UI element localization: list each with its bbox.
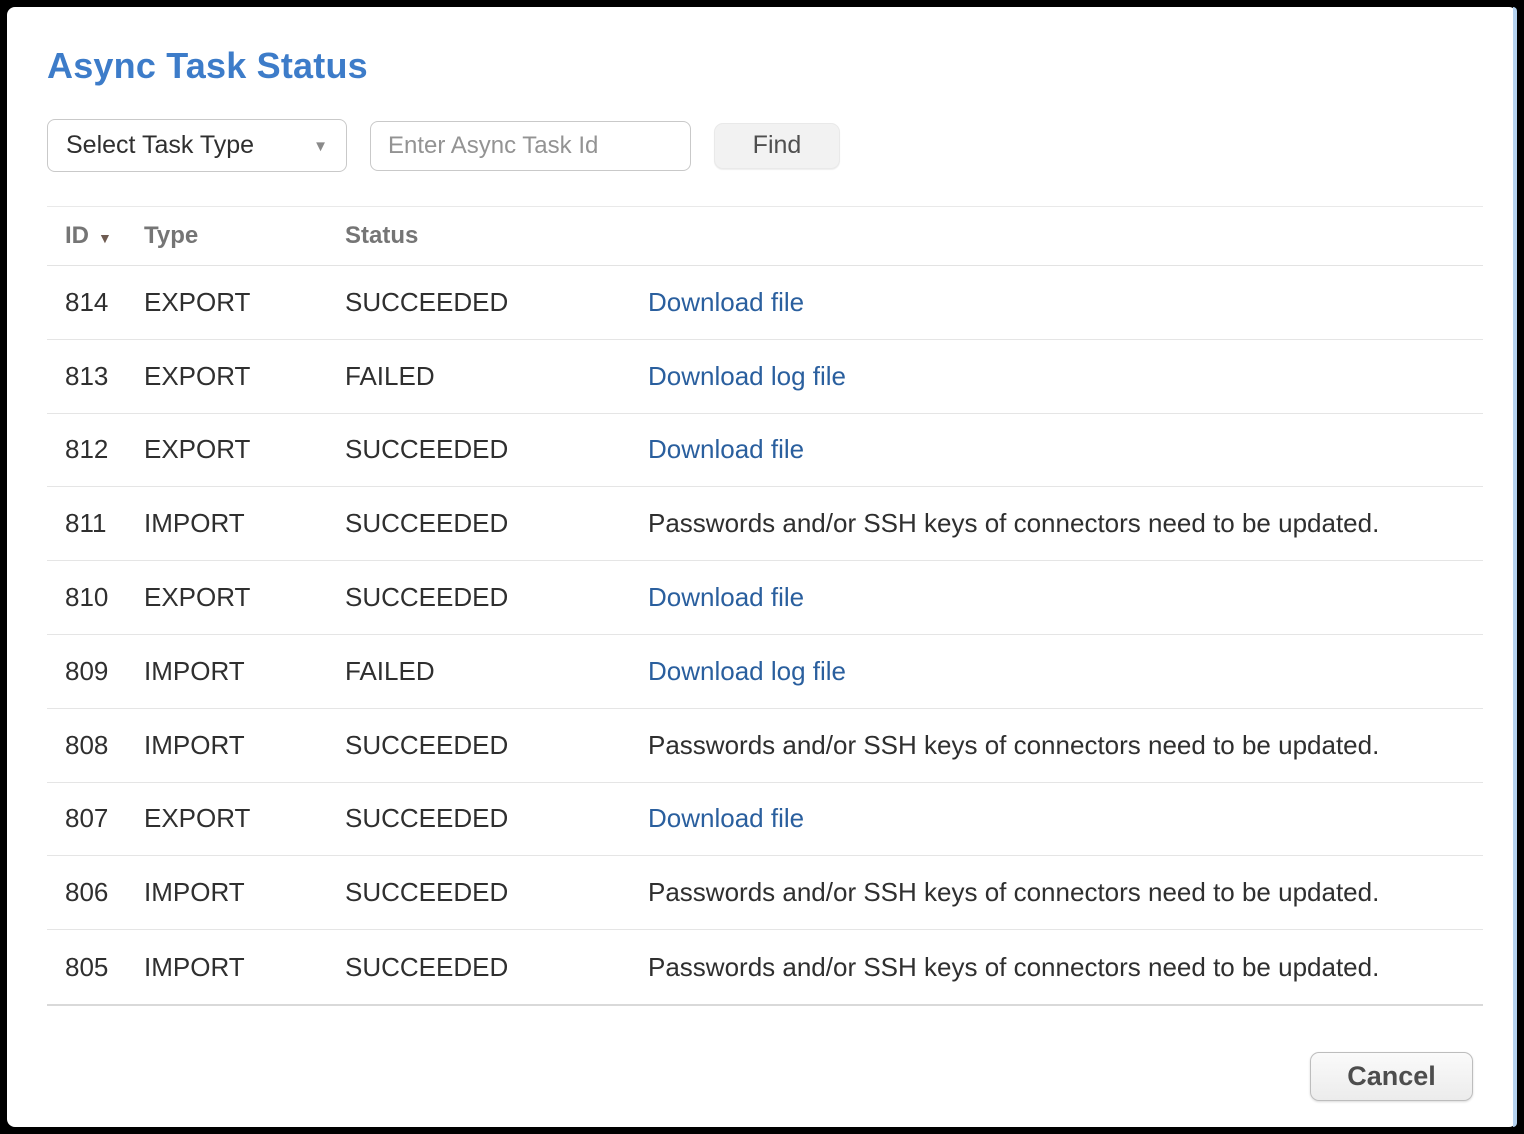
column-header-id-label: ID	[65, 222, 89, 250]
task-id-cell: 810	[47, 582, 144, 613]
task-id-cell: 812	[47, 434, 144, 465]
task-message: Passwords and/or SSH keys of connectors …	[648, 730, 1379, 760]
task-action-cell: Passwords and/or SSH keys of connectors …	[648, 730, 1483, 761]
task-id-cell: 806	[47, 877, 144, 908]
table-row: 810EXPORTSUCCEEDEDDownload file	[47, 561, 1483, 635]
task-status-cell: FAILED	[345, 361, 648, 392]
task-type-select[interactable]: Select Task Type ▼	[47, 119, 347, 172]
cancel-button[interactable]: Cancel	[1310, 1052, 1473, 1101]
find-button[interactable]: Find	[714, 123, 840, 169]
task-id-cell: 811	[47, 508, 144, 539]
task-table: ID ▼ Type Status 814EXPORTSUCCEEDEDDownl…	[47, 206, 1483, 1006]
table-header-row: ID ▼ Type Status	[47, 206, 1483, 266]
task-type-cell: IMPORT	[144, 952, 345, 983]
column-header-id[interactable]: ID ▼	[47, 222, 144, 250]
task-type-cell: EXPORT	[144, 361, 345, 392]
task-id-input[interactable]	[370, 121, 691, 171]
table-row: 811IMPORTSUCCEEDEDPasswords and/or SSH k…	[47, 487, 1483, 561]
right-edge-highlight	[1513, 7, 1517, 1127]
task-id-cell: 813	[47, 361, 144, 392]
task-status-cell: SUCCEEDED	[345, 434, 648, 465]
table-row: 806IMPORTSUCCEEDEDPasswords and/or SSH k…	[47, 856, 1483, 930]
async-task-status-dialog: Async Task Status Select Task Type ▼ Fin…	[7, 7, 1517, 1127]
task-action-cell: Download file	[648, 434, 1483, 465]
task-action-cell: Passwords and/or SSH keys of connectors …	[648, 952, 1483, 983]
task-status-cell: SUCCEEDED	[345, 287, 648, 318]
column-header-status: Status	[345, 222, 648, 250]
task-id-cell: 808	[47, 730, 144, 761]
task-action-cell: Download file	[648, 582, 1483, 613]
task-action-cell: Download log file	[648, 656, 1483, 687]
task-action-cell: Download file	[648, 287, 1483, 318]
task-id-cell: 814	[47, 287, 144, 318]
chevron-down-icon: ▼	[313, 136, 328, 155]
task-status-cell: SUCCEEDED	[345, 877, 648, 908]
task-message: Passwords and/or SSH keys of connectors …	[648, 877, 1379, 907]
task-id-cell: 809	[47, 656, 144, 687]
download-file-link[interactable]: Download file	[648, 287, 804, 317]
table-row: 809IMPORTFAILEDDownload log file	[47, 635, 1483, 709]
table-row: 814EXPORTSUCCEEDEDDownload file	[47, 266, 1483, 340]
task-status-cell: SUCCEEDED	[345, 730, 648, 761]
task-type-cell: EXPORT	[144, 287, 345, 318]
task-type-select-value: Select Task Type	[66, 131, 254, 160]
task-status-cell: SUCCEEDED	[345, 803, 648, 834]
table-row: 808IMPORTSUCCEEDEDPasswords and/or SSH k…	[47, 709, 1483, 783]
download-file-link[interactable]: Download file	[648, 803, 804, 833]
task-id-cell: 805	[47, 952, 144, 983]
task-type-cell: EXPORT	[144, 803, 345, 834]
download-file-link[interactable]: Download file	[648, 582, 804, 612]
table-row: 813EXPORTFAILEDDownload log file	[47, 340, 1483, 414]
download-log-file-link[interactable]: Download log file	[648, 656, 846, 686]
task-status-cell: SUCCEEDED	[345, 508, 648, 539]
task-type-cell: IMPORT	[144, 730, 345, 761]
column-header-type: Type	[144, 222, 345, 250]
dialog-footer: Cancel	[47, 1052, 1473, 1101]
task-action-cell: Download log file	[648, 361, 1483, 392]
download-log-file-link[interactable]: Download log file	[648, 361, 846, 391]
task-status-cell: SUCCEEDED	[345, 582, 648, 613]
task-type-cell: EXPORT	[144, 582, 345, 613]
page-title: Async Task Status	[47, 45, 1473, 87]
download-file-link[interactable]: Download file	[648, 434, 804, 464]
table-row: 807EXPORTSUCCEEDEDDownload file	[47, 783, 1483, 857]
task-type-cell: IMPORT	[144, 877, 345, 908]
table-body: 814EXPORTSUCCEEDEDDownload file813EXPORT…	[47, 266, 1483, 1006]
task-action-cell: Download file	[648, 803, 1483, 834]
task-message: Passwords and/or SSH keys of connectors …	[648, 952, 1379, 982]
task-type-cell: IMPORT	[144, 656, 345, 687]
task-action-cell: Passwords and/or SSH keys of connectors …	[648, 508, 1483, 539]
task-message: Passwords and/or SSH keys of connectors …	[648, 508, 1379, 538]
task-id-cell: 807	[47, 803, 144, 834]
task-type-cell: EXPORT	[144, 434, 345, 465]
task-action-cell: Passwords and/or SSH keys of connectors …	[648, 877, 1483, 908]
task-type-cell: IMPORT	[144, 508, 345, 539]
table-row: 812EXPORTSUCCEEDEDDownload file	[47, 414, 1483, 488]
task-status-cell: SUCCEEDED	[345, 952, 648, 983]
sort-desc-icon: ▼	[98, 227, 112, 246]
task-status-cell: FAILED	[345, 656, 648, 687]
filter-bar: Select Task Type ▼ Find	[47, 119, 1473, 172]
table-row: 805IMPORTSUCCEEDEDPasswords and/or SSH k…	[47, 930, 1483, 1004]
